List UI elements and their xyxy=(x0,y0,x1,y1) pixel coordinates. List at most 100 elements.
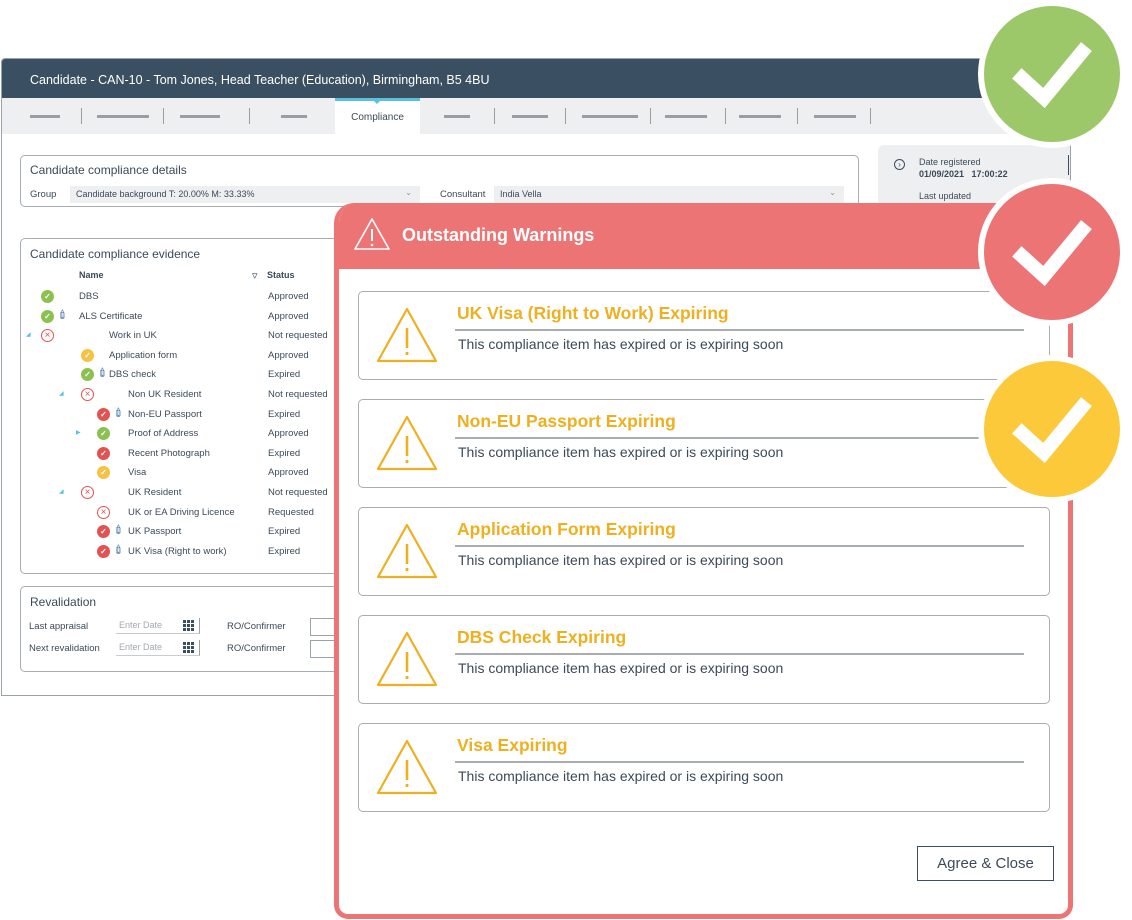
checkmark-icon xyxy=(1012,397,1092,464)
attachment-icon[interactable]: ✐ xyxy=(111,522,128,539)
status-check-icon: ✓ xyxy=(41,309,54,323)
tab-divider xyxy=(249,108,250,124)
evidence-row[interactable]: ◢ × Non UK Resident Not requested xyxy=(21,386,351,405)
status-check-icon: ✓ xyxy=(81,368,94,382)
status-check-icon: ✓ xyxy=(97,544,110,558)
tab-placeholder[interactable] xyxy=(814,115,856,118)
dialog-title: Outstanding Warnings xyxy=(402,225,595,245)
evidence-row[interactable]: ✓ DBS Approved xyxy=(21,288,351,307)
warning-title: Application Form Expiring xyxy=(457,519,676,539)
window-title: Candidate - CAN-10 - Tom Jones, Head Tea… xyxy=(2,59,1070,98)
warning-title: Non-EU Passport Expiring xyxy=(457,411,676,431)
warning-icon xyxy=(376,523,438,579)
evidence-row[interactable]: ✓ ✐ DBS check Expired xyxy=(21,365,351,385)
evidence-name: Visa xyxy=(128,467,147,479)
column-header-name[interactable]: Name xyxy=(79,270,104,280)
agree-close-button[interactable]: Agree & Close xyxy=(917,846,1054,881)
last-appraisal-date-input[interactable]: Enter Date xyxy=(116,618,200,634)
evidence-status: Expired xyxy=(268,408,301,420)
tab-placeholder[interactable] xyxy=(30,115,60,118)
chevron-right-circle-icon[interactable]: › xyxy=(894,159,905,170)
evidence-row[interactable]: ✓ Recent Photograph Expired xyxy=(21,445,351,464)
tab-compliance[interactable]: Compliance xyxy=(335,98,420,134)
column-header-status[interactable]: Status xyxy=(267,270,295,280)
panel-title: Revalidation xyxy=(30,595,97,609)
evidence-name: UK Visa (Right to work) xyxy=(128,545,227,557)
warning-description: This compliance item has expired or is e… xyxy=(458,444,784,460)
evidence-name: UK Passport xyxy=(128,526,182,538)
tab-placeholder[interactable] xyxy=(665,115,707,118)
warning-card: DBS Check Expiring This compliance item h… xyxy=(358,615,1050,704)
calendar-icon[interactable] xyxy=(183,620,194,631)
warning-description: This compliance item has expired or is e… xyxy=(458,552,784,568)
tab-placeholder[interactable] xyxy=(444,115,470,118)
date-registered-label: Date registered xyxy=(919,157,981,167)
compliance-details-panel: Candidate compliance details Group Candi… xyxy=(20,155,859,207)
evidence-row[interactable]: ◢ × UK Resident Not requested xyxy=(21,484,351,503)
evidence-row[interactable]: × UK or EA Driving Licence Requested xyxy=(21,504,351,523)
evidence-row[interactable]: ✓ Application form Approved xyxy=(21,347,351,366)
collapse-icon[interactable]: ◢ xyxy=(59,488,64,495)
not-requested-icon: × xyxy=(81,388,94,401)
warning-title: Visa Expiring xyxy=(457,735,568,755)
next-revalidation-date-input[interactable]: Enter Date xyxy=(116,640,200,656)
tab-placeholder[interactable] xyxy=(97,115,149,118)
outstanding-warnings-dialog: Outstanding Warnings UK Visa (Right to W… xyxy=(334,203,1073,919)
evidence-name: DBS xyxy=(79,291,99,302)
evidence-status: Approved xyxy=(268,291,309,302)
attachment-icon[interactable]: ✐ xyxy=(111,541,128,558)
panel-title: Candidate compliance evidence xyxy=(30,247,201,261)
evidence-row[interactable]: ✓ ✐ Non-EU Passport Expired xyxy=(21,404,351,425)
evidence-name: Non-EU Passport xyxy=(128,408,202,420)
checkmark-icon xyxy=(1012,220,1092,287)
evidence-row[interactable]: ✓ ✐ UK Visa (Right to work) Expired xyxy=(21,541,351,562)
date-registered-value: 01/09/2021 17:00:22 xyxy=(919,169,1008,179)
evidence-status: Approved xyxy=(268,349,309,361)
compliance-evidence-panel: Candidate compliance evidence Name ▿ Sta… xyxy=(20,238,350,574)
tab-placeholder[interactable] xyxy=(582,115,638,118)
evidence-row[interactable]: ✓ Visa Approved xyxy=(21,464,351,483)
divider xyxy=(455,545,1024,547)
warning-card: Visa Expiring This compliance item has ex… xyxy=(358,723,1050,812)
evidence-status: Expired xyxy=(268,369,301,381)
evidence-status: Not requested xyxy=(268,330,328,342)
evidence-row[interactable]: ✓ ✐ UK Passport Expired xyxy=(21,522,351,542)
expired-badge xyxy=(978,178,1126,326)
evidence-status: Not requested xyxy=(268,487,328,498)
evidence-status: Expired xyxy=(268,447,301,459)
tab-divider xyxy=(163,108,164,124)
group-select-value: Candidate background T: 20.00% M: 33.33% xyxy=(76,189,255,199)
next-revalidation-label: Next revalidation xyxy=(29,643,100,654)
warning-description: This compliance item has expired or is e… xyxy=(458,768,784,784)
tab-placeholder[interactable] xyxy=(281,115,307,118)
tab-placeholder[interactable] xyxy=(512,115,548,118)
evidence-status: Approved xyxy=(268,428,309,440)
evidence-name: Proof of Address xyxy=(128,428,199,440)
collapse-icon[interactable]: ◢ xyxy=(59,390,64,397)
tab-placeholder[interactable] xyxy=(739,115,781,118)
status-check-icon: ✓ xyxy=(81,348,94,362)
attachment-icon[interactable]: ✐ xyxy=(111,404,128,421)
evidence-row[interactable]: ▶ ✓ Proof of Address Approved xyxy=(21,425,351,444)
consultant-label: Consultant xyxy=(440,189,486,200)
calendar-icon[interactable] xyxy=(183,642,194,653)
attachment-icon[interactable]: ✐ xyxy=(55,306,72,323)
consultant-select[interactable]: India Vella ⌄ xyxy=(494,186,844,203)
expand-icon[interactable]: ▶ xyxy=(76,429,81,436)
filter-icon[interactable]: ▿ xyxy=(252,269,258,282)
tab-divider xyxy=(650,108,651,124)
group-select[interactable]: Candidate background T: 20.00% M: 33.33%… xyxy=(70,186,420,203)
last-updated-label: Last updated xyxy=(919,191,972,201)
tab-divider xyxy=(797,108,798,124)
expiring-badge xyxy=(978,355,1126,503)
divider xyxy=(455,329,1024,331)
evidence-row[interactable]: ◢ × Work in UK Not requested xyxy=(21,327,351,346)
divider xyxy=(455,653,1024,655)
last-appraisal-label: Last appraisal xyxy=(29,621,89,632)
evidence-row[interactable]: ✓ ✐ ALS Certificate Approved xyxy=(21,306,351,327)
tab-placeholder[interactable] xyxy=(180,115,220,118)
revalidation-panel: Revalidation Last appraisal Enter Date R… xyxy=(20,586,350,672)
evidence-status: Expired xyxy=(268,545,301,557)
collapse-icon[interactable]: ◢ xyxy=(26,331,31,338)
status-check-icon: ✓ xyxy=(97,427,110,441)
